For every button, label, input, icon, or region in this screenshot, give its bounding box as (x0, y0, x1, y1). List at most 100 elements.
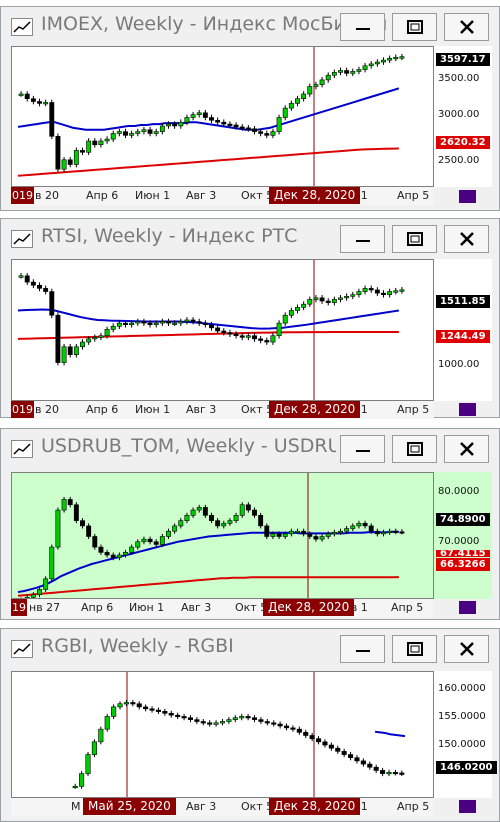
x-tick-label: Апр 5 (397, 800, 430, 813)
y-tick-label: 150.0000 (438, 739, 486, 750)
y-tick-label: 3500.00 (438, 73, 480, 84)
candle-body (202, 112, 208, 118)
chart-plot-area[interactable] (11, 259, 434, 401)
candle-body (307, 86, 313, 95)
ma-price-tag: 66.3266 (436, 558, 490, 571)
maximize-button[interactable] (392, 13, 437, 41)
title-bar[interactable]: RGBI, Weekly - RGBI (1, 629, 499, 664)
minimize-button[interactable] (340, 225, 385, 253)
x-tick-label: Авг 3 (186, 403, 217, 416)
y-tick-label: 1000.00 (438, 359, 480, 370)
candle-body (153, 541, 159, 545)
candle-body (381, 292, 386, 296)
candle-body (362, 65, 368, 70)
scroll-button[interactable] (459, 403, 476, 416)
scroll-button[interactable] (459, 601, 476, 614)
candle-body (18, 275, 24, 278)
candle-body (86, 338, 92, 343)
candle-body (213, 722, 219, 725)
chart-plot-area[interactable] (11, 46, 434, 187)
candle-body (258, 131, 264, 134)
date-corner-label: 19 (11, 599, 27, 616)
ma-line (17, 330, 399, 340)
close-button[interactable] (444, 435, 489, 463)
title-bar[interactable]: IMOEX, Weekly - Индекс МосБиржи (1, 7, 499, 42)
candle-body (98, 546, 104, 553)
candle-body (37, 589, 42, 596)
candle-body (98, 335, 104, 338)
candle-body (184, 117, 190, 123)
scroll-button[interactable] (459, 800, 476, 813)
candle-body (277, 723, 283, 727)
candle-body (123, 702, 129, 705)
candle-body (184, 319, 190, 322)
price-chart (72, 672, 406, 797)
crosshair-date-label: Дек 28, 2020 (263, 599, 355, 616)
y-tick-label: 160.0000 (438, 683, 486, 694)
maximize-button[interactable] (392, 635, 437, 663)
candle-body (350, 294, 356, 297)
candle-body (393, 290, 399, 293)
candle-body (386, 772, 392, 775)
maximize-button[interactable] (392, 435, 437, 463)
title-bar[interactable]: USDRUB_TOM, Weekly - USDRUB_T... (1, 429, 499, 464)
candle-body (92, 140, 98, 146)
price-chart (17, 260, 405, 400)
candle-body (239, 504, 245, 516)
window-title: USDRUB_TOM, Weekly - USDRUB_T... (41, 435, 336, 457)
candle-body (232, 717, 238, 720)
candle-body (356, 69, 362, 72)
candle-body (104, 138, 110, 142)
candle-body (159, 321, 165, 324)
scroll-button[interactable] (459, 190, 476, 203)
candle-body (110, 554, 116, 558)
title-bar[interactable]: RTSI, Weekly - Индекс РТС (1, 219, 499, 254)
candle-body (322, 741, 328, 746)
close-button[interactable] (444, 13, 489, 41)
chart-icon (11, 440, 33, 458)
candle-body (221, 121, 227, 125)
candle-body (221, 522, 227, 527)
chart-plot-area[interactable] (11, 472, 434, 599)
candle-body (153, 322, 159, 325)
candle-body (338, 297, 343, 300)
minimize-button[interactable] (340, 435, 385, 463)
candle-body (49, 102, 55, 137)
candle-body (130, 702, 136, 705)
close-button[interactable] (444, 635, 489, 663)
candle-body (239, 126, 245, 129)
chart-plot-area[interactable] (11, 671, 434, 798)
x-tick-label: Июн 1 (129, 601, 165, 614)
maximize-button[interactable] (392, 225, 437, 253)
candle-body (360, 760, 366, 765)
close-button[interactable] (444, 225, 489, 253)
crosshair-date-label: Май 25, 2020 (83, 798, 176, 815)
candle-body (184, 515, 190, 521)
candle-body (399, 56, 405, 59)
candle-body (73, 346, 79, 355)
candle-body (155, 709, 161, 712)
candle-body (196, 112, 202, 115)
candle-body (202, 507, 208, 516)
y-tick-label: 70.0000 (438, 536, 480, 547)
minimize-button[interactable] (340, 13, 385, 41)
candle-body (72, 786, 78, 789)
candle-body (387, 291, 393, 296)
candle-body (301, 303, 307, 308)
candle-body (325, 74, 331, 81)
x-tick-label: Авг 3 (186, 189, 217, 202)
candle-body (319, 536, 325, 540)
candle-body (374, 61, 380, 65)
candle-body (296, 728, 302, 733)
candle-body (387, 57, 393, 61)
candle-body (338, 70, 343, 73)
minimize-button[interactable] (340, 635, 385, 663)
last-price-tag: 1511.85 (436, 295, 490, 308)
candle-body (79, 773, 85, 787)
candle-body (331, 299, 337, 303)
candle-body (227, 123, 233, 126)
price-axis: 3500.00 3000.00 2500.00 3597.17 2620.32 (434, 46, 492, 187)
candle-body (168, 712, 174, 716)
candle-body (104, 716, 110, 730)
candle-body (190, 509, 196, 516)
